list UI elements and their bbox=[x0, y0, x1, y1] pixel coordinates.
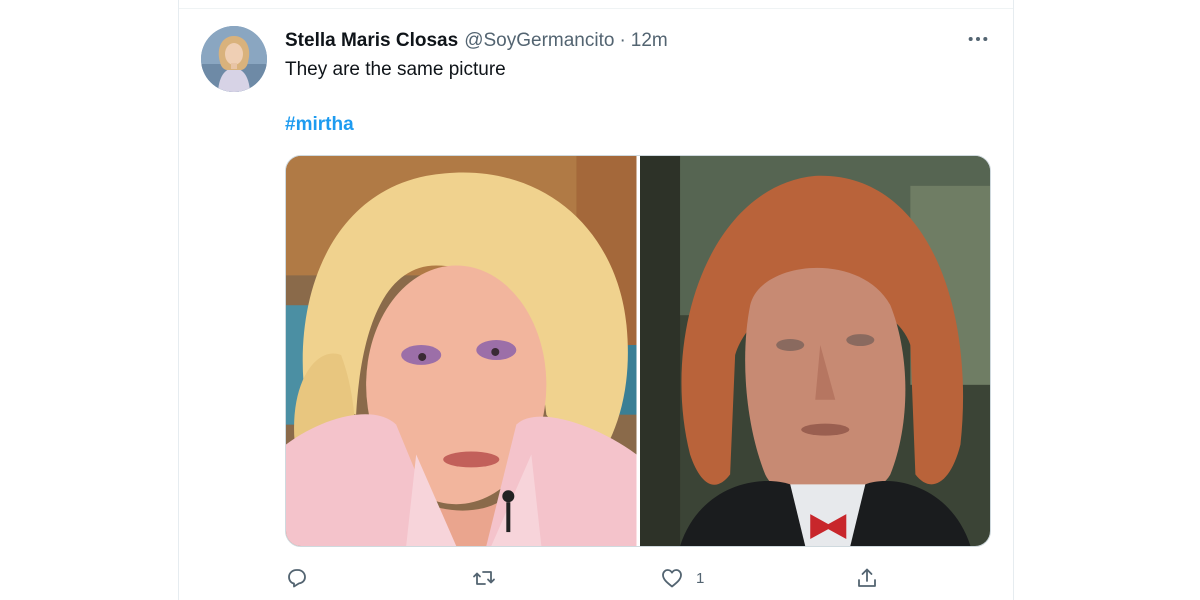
divider bbox=[179, 8, 1013, 9]
display-name[interactable]: Stella Maris Closas bbox=[285, 30, 458, 52]
photo-image bbox=[639, 156, 990, 546]
timestamp[interactable]: 12m bbox=[631, 30, 668, 52]
share-icon bbox=[858, 568, 876, 587]
media-photo-right[interactable] bbox=[639, 156, 990, 546]
page: Stella Maris Closas @SoyGermancito · 12m… bbox=[0, 0, 1200, 600]
media-photo-left[interactable] bbox=[286, 156, 637, 546]
media-grid bbox=[285, 155, 991, 547]
retweet-icon bbox=[473, 571, 495, 585]
user-handle[interactable]: @SoyGermancito bbox=[464, 30, 614, 52]
more-button[interactable] bbox=[965, 28, 991, 50]
reply-button[interactable] bbox=[285, 562, 321, 594]
avatar-image bbox=[201, 26, 267, 92]
retweet-button[interactable] bbox=[472, 562, 508, 594]
separator-dot: · bbox=[619, 30, 626, 51]
avatar[interactable] bbox=[201, 26, 267, 92]
tweet-text: They are the same picture bbox=[285, 59, 506, 80]
hashtag-link[interactable]: #mirtha bbox=[285, 114, 354, 136]
tweet-header: Stella Maris Closas @SoyGermancito · 12m bbox=[285, 28, 668, 54]
share-button[interactable] bbox=[855, 562, 891, 594]
action-bar: 1 bbox=[285, 562, 991, 594]
like-icon bbox=[662, 569, 682, 588]
tweet-article[interactable]: Stella Maris Closas @SoyGermancito · 12m… bbox=[178, 0, 1014, 600]
photo-image bbox=[286, 156, 637, 546]
like-button[interactable]: 1 bbox=[660, 562, 704, 594]
like-count: 1 bbox=[696, 569, 705, 587]
reply-icon bbox=[288, 569, 306, 588]
more-horizontal-icon bbox=[968, 36, 988, 42]
